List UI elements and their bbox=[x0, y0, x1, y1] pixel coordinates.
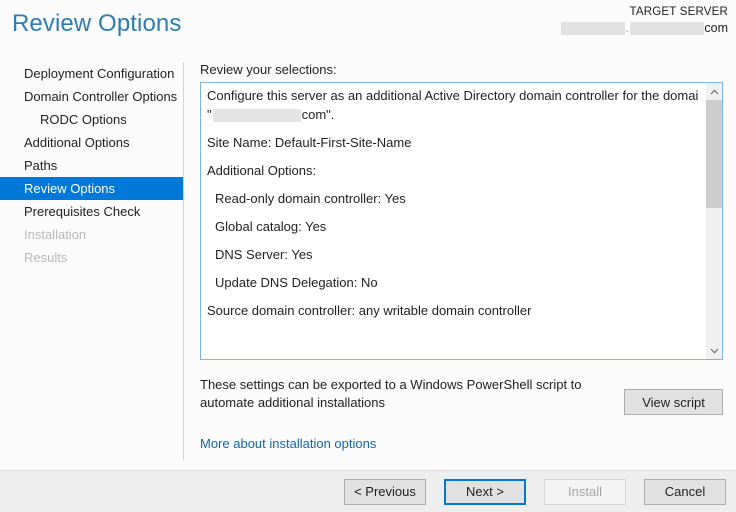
selection-option-dns-server: DNS Server: Yes bbox=[215, 247, 313, 262]
review-selections-label: Review your selections: bbox=[200, 62, 337, 77]
export-script-description: These settings can be exported to a Wind… bbox=[200, 377, 582, 410]
quote-open: " bbox=[207, 107, 212, 122]
scrollbar-thumb[interactable] bbox=[706, 100, 722, 208]
selection-option-update-dns-delegation: Update DNS Delegation: No bbox=[215, 275, 378, 290]
wizard-navigation-sidebar: Deployment Configuration Domain Controlle… bbox=[0, 62, 183, 462]
view-script-button[interactable]: View script bbox=[624, 389, 723, 415]
previous-button[interactable]: < Previous bbox=[344, 479, 426, 505]
sidebar-item-rodc-options[interactable]: RODC Options bbox=[0, 108, 183, 131]
selection-intro: Configure this server as an additional A… bbox=[207, 88, 698, 103]
main-content: Review your selections: Configure this s… bbox=[200, 62, 725, 451]
selection-domain-line: " com". bbox=[207, 107, 692, 123]
selections-scrollbar[interactable] bbox=[705, 83, 722, 359]
sidebar-item-paths[interactable]: Paths bbox=[0, 154, 183, 177]
sidebar-item-domain-controller-options[interactable]: Domain Controller Options bbox=[0, 85, 183, 108]
chevron-down-icon[interactable] bbox=[706, 342, 722, 359]
cancel-button[interactable]: Cancel bbox=[644, 479, 726, 505]
selection-option-global-catalog: Global catalog: Yes bbox=[215, 219, 327, 234]
sidebar-item-results: Results bbox=[24, 250, 68, 265]
redacted-domain-block bbox=[630, 21, 705, 35]
sidebar-divider bbox=[183, 62, 184, 460]
install-button: Install bbox=[544, 479, 626, 505]
selections-textbox[interactable]: Configure this server as an additional A… bbox=[200, 82, 723, 360]
sidebar-item-deployment-configuration[interactable]: Deployment Configuration bbox=[0, 62, 183, 85]
target-server-suffix: com bbox=[704, 21, 728, 35]
sidebar-item-installation: Installation bbox=[24, 227, 87, 242]
target-server-name: . com bbox=[561, 21, 728, 35]
next-button[interactable]: Next > bbox=[444, 479, 526, 505]
chevron-up-icon[interactable] bbox=[706, 83, 722, 100]
dot-separator: . bbox=[625, 20, 629, 35]
footer-bar: < Previous Next > Install Cancel bbox=[0, 470, 736, 512]
redacted-domain-inline-block bbox=[212, 108, 301, 122]
selection-site-name: Site Name: Default-First-Site-Name bbox=[207, 135, 412, 150]
sidebar-item-additional-options[interactable]: Additional Options bbox=[0, 131, 183, 154]
target-server-block: TARGET SERVER . com bbox=[561, 6, 728, 35]
sidebar-item-prerequisites-check[interactable]: Prerequisites Check bbox=[0, 200, 183, 223]
selection-option-rodc: Read-only domain controller: Yes bbox=[215, 191, 406, 206]
selection-additional-options-heading: Additional Options: bbox=[207, 163, 317, 178]
target-server-label: TARGET SERVER bbox=[629, 6, 728, 18]
export-script-row: These settings can be exported to a Wind… bbox=[200, 376, 725, 418]
selection-source-domain-controller: Source domain controller: any writable d… bbox=[207, 303, 532, 318]
sidebar-item-review-options[interactable]: Review Options bbox=[0, 177, 183, 200]
page-title: Review Options bbox=[12, 10, 182, 37]
more-about-installation-options-link[interactable]: More about installation options bbox=[200, 436, 376, 451]
redacted-host-block bbox=[561, 21, 626, 35]
wizard-header: Review Options TARGET SERVER . com bbox=[0, 0, 736, 56]
selections-content: Configure this server as an additional A… bbox=[201, 83, 698, 359]
quote-suffix: com". bbox=[301, 107, 335, 122]
footer-buttons: < Previous Next > Install Cancel bbox=[344, 479, 726, 505]
